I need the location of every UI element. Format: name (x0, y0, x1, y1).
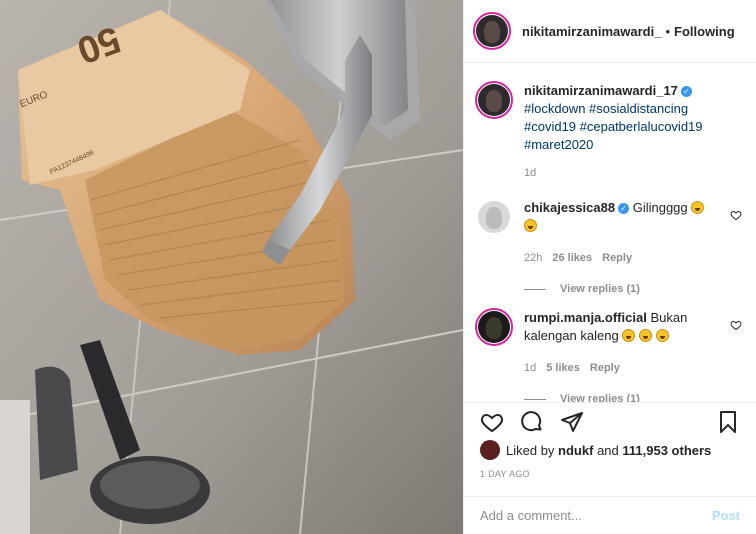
comment-text: Gilingggg (632, 200, 688, 215)
verified-badge-icon: ✓ (680, 86, 692, 97)
rofl-emoji-icon (638, 329, 652, 342)
add-comment-input[interactable] (480, 508, 712, 523)
comment-meta: 1d 5 likes Reply (524, 359, 736, 377)
caption: nikitamirzanimawardi_17 ✓ #lockdown #sosi… (475, 81, 744, 182)
comment-body: rumpi.manja.official Bukan kalengan kale… (524, 309, 736, 377)
replies-divider (524, 288, 546, 290)
comment-age[interactable]: 1d (524, 359, 536, 377)
comment-like-heart-icon[interactable] (730, 209, 742, 221)
grinning-emoji-icon (691, 201, 705, 214)
rofl-emoji-icon (622, 329, 636, 342)
likes-prefix: Liked by (506, 442, 555, 458)
heart-icon[interactable] (480, 410, 504, 434)
view-replies-button[interactable]: View replies (1) (524, 283, 744, 295)
caption-avatar[interactable] (475, 81, 513, 119)
caption-username[interactable]: nikitamirzanimawardi_17 (524, 83, 678, 98)
reply-button[interactable]: Reply (590, 359, 620, 377)
comment-likes[interactable]: 5 likes (546, 359, 580, 377)
likes-mid: and (597, 442, 619, 458)
reply-button[interactable]: Reply (602, 249, 632, 267)
verified-badge-icon: ✓ (618, 203, 630, 214)
add-comment-bar: Post (464, 496, 756, 534)
caption-body: nikitamirzanimawardi_17 ✓ #lockdown #sosi… (524, 82, 736, 182)
post-side-panel: nikitamirzanimawardi_ • Following nikita… (463, 0, 756, 534)
commenter-avatar[interactable] (475, 308, 513, 346)
header-separator: • (665, 23, 671, 39)
comment-likes[interactable]: 26 likes (552, 249, 592, 267)
view-replies-label: View replies (1) (560, 393, 640, 402)
caption-hashtags[interactable]: #lockdown #sosialdistancing #covid19 #ce… (524, 101, 703, 152)
caption-age[interactable]: 1d (524, 164, 536, 182)
share-icon[interactable] (560, 410, 584, 434)
comment-like-heart-icon[interactable] (730, 319, 742, 331)
likes-summary: Liked by ndukf and 111,953 others (480, 440, 744, 460)
post-photo[interactable]: 50 EURO PA1237448498 (0, 0, 463, 534)
comment-username[interactable]: chikajessica88 (524, 200, 615, 215)
following-button[interactable]: Following (674, 24, 735, 39)
comment-body: chikajessica88 ✓ Gilingggg 22h 26 likes R… (524, 199, 736, 267)
post-header: nikitamirzanimawardi_ • Following (464, 0, 756, 63)
post-button[interactable]: Post (712, 508, 740, 523)
view-replies-label: View replies (1) (560, 283, 640, 295)
comment-meta: 22h 26 likes Reply (524, 249, 736, 267)
comment-age[interactable]: 22h (524, 249, 542, 267)
instagram-post-modal: 50 EURO PA1237448498 nikitamirzanimaward… (0, 0, 756, 534)
liker-avatar[interactable] (480, 440, 500, 460)
bookmark-icon[interactable] (716, 410, 740, 434)
comments-section[interactable]: nikitamirzanimawardi_17 ✓ #lockdown #sosi… (464, 64, 756, 402)
author-avatar[interactable] (473, 12, 511, 50)
comment-item: chikajessica88 ✓ Gilingggg 22h 26 likes R… (478, 199, 744, 267)
comment-icon[interactable] (520, 410, 544, 434)
commenter-avatar[interactable] (478, 201, 510, 233)
replies-divider (524, 398, 546, 400)
comment-username[interactable]: rumpi.manja.official (524, 310, 647, 325)
action-bar (464, 402, 756, 440)
post-image: 50 EURO PA1237448498 (0, 0, 463, 534)
view-replies-button[interactable]: View replies (1) (524, 393, 744, 402)
comment-item: rumpi.manja.official Bukan kalengan kale… (475, 308, 744, 377)
post-date[interactable]: 1 DAY AGO (480, 469, 530, 479)
rofl-emoji-icon (655, 329, 669, 342)
liker-username[interactable]: ndukf (558, 443, 593, 458)
grinning-emoji-icon (524, 219, 537, 232)
likes-count[interactable]: 111,953 others (622, 443, 711, 458)
caption-meta: 1d (524, 164, 736, 182)
author-username[interactable]: nikitamirzanimawardi_ (522, 24, 661, 39)
